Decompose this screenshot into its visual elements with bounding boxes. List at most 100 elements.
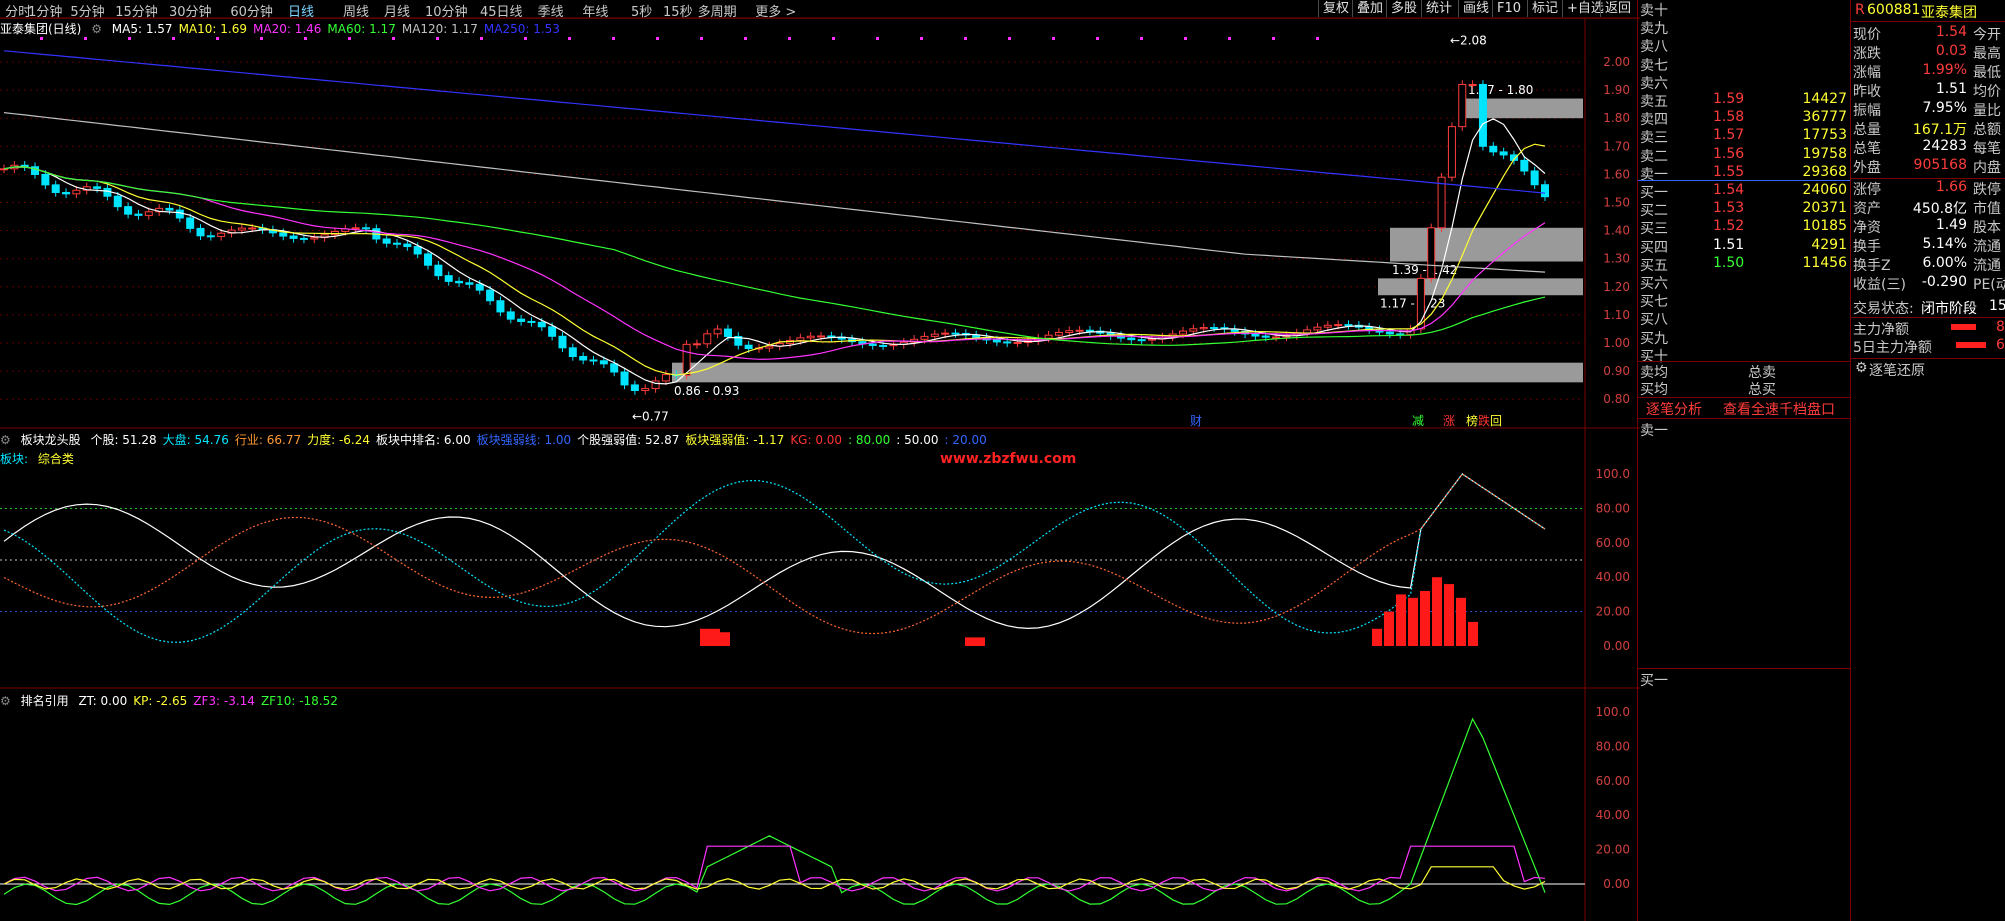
signal-dot bbox=[392, 37, 395, 40]
signal-dot bbox=[304, 37, 307, 40]
sell-price[interactable]: 1.57 bbox=[1713, 127, 1744, 143]
sell-price[interactable]: 1.59 bbox=[1713, 91, 1744, 107]
quote-right-label: 股本 bbox=[1973, 220, 2001, 236]
main-flow-value: 8 bbox=[1996, 319, 2005, 335]
sector-label: 板块: bbox=[0, 452, 29, 466]
gear-icon[interactable]: ⚙ bbox=[1855, 360, 1868, 376]
support-zone bbox=[1378, 278, 1583, 296]
ma5-line bbox=[3, 118, 1546, 385]
candle-body bbox=[1075, 329, 1084, 332]
quote-value: 1.54 bbox=[1935, 24, 1967, 40]
stat-item: 板块强弱线: 1.00 bbox=[476, 433, 572, 447]
sell-price[interactable]: 1.58 bbox=[1713, 109, 1744, 125]
tab-full-depth[interactable]: 查看全速千档盘口 bbox=[1723, 399, 1835, 419]
gear-icon[interactable]: ⚙ bbox=[0, 433, 11, 447]
signal-dot bbox=[1096, 37, 1099, 40]
quote-label: 涨停 bbox=[1853, 182, 1881, 198]
candle-body bbox=[1468, 83, 1477, 86]
5day-flow-bar bbox=[1956, 342, 1986, 348]
candle-body bbox=[527, 320, 536, 323]
sell-price[interactable]: 1.56 bbox=[1713, 146, 1744, 162]
stock-strength-line bbox=[3, 473, 1546, 630]
y-tick-label: 40.00 bbox=[1596, 808, 1630, 822]
candle-body bbox=[992, 339, 1001, 343]
5day-flow-value: 6 bbox=[1996, 337, 2005, 353]
candle-body bbox=[620, 371, 629, 386]
stat-item: 个股强弱值: 52.87 bbox=[577, 433, 680, 447]
buy-volume: 20371 bbox=[1802, 200, 1847, 217]
buy-price[interactable]: 1.51 bbox=[1713, 237, 1744, 253]
buy-volume: 4291 bbox=[1811, 236, 1847, 253]
buy-level-label: 买五 bbox=[1640, 257, 1668, 274]
quote-divider bbox=[1851, 358, 2005, 359]
candle-body bbox=[165, 207, 174, 211]
candle-body bbox=[393, 242, 402, 245]
quote-panel: R 600881 亚泰集团 现价 1.54 今开 涨跌 0.03 最高 涨幅 1.99% 最低 昨收 1.… bbox=[1850, 0, 2005, 921]
candle-body bbox=[289, 235, 298, 239]
y-tick-label: 1.20 bbox=[1603, 280, 1630, 294]
strength-bar bbox=[700, 628, 710, 646]
quote-badge: R bbox=[1855, 2, 1865, 18]
avg-buy-label: 买均 bbox=[1640, 382, 1668, 398]
strength-bar bbox=[1396, 594, 1406, 646]
y-tick-label: 20.00 bbox=[1596, 843, 1630, 857]
event-marker: 回 bbox=[1490, 414, 1502, 428]
quote-label: 昨收 bbox=[1853, 84, 1881, 100]
zf10-line bbox=[3, 717, 1546, 906]
tick-restore-label[interactable]: 逐笔还原 bbox=[1869, 360, 1925, 380]
ma120-line bbox=[3, 112, 1546, 273]
stat-item: 行业: 66.77 bbox=[234, 433, 302, 447]
quote-label: 外盘 bbox=[1853, 160, 1881, 176]
quote-right-label: 均价 bbox=[1973, 84, 2001, 100]
y-tick-label: 0.90 bbox=[1603, 364, 1630, 378]
strength-bar bbox=[1372, 628, 1382, 646]
signal-dot bbox=[348, 37, 351, 40]
tab-tick-analysis[interactable]: 逐笔分析 bbox=[1646, 399, 1702, 419]
candle-body bbox=[1251, 333, 1260, 337]
candle-body bbox=[196, 227, 205, 237]
signal-dot bbox=[1272, 37, 1275, 40]
strength-bar bbox=[720, 632, 730, 646]
buy-price[interactable]: 1.53 bbox=[1713, 200, 1744, 216]
main-chart-title: 亚泰集团(日线) bbox=[0, 22, 82, 36]
candle-body bbox=[1447, 126, 1456, 178]
signal-dot bbox=[216, 37, 219, 40]
gear-icon[interactable]: ⚙ bbox=[91, 22, 102, 36]
depth-buy-one: 买一 bbox=[1640, 673, 1668, 689]
candle-body bbox=[1323, 324, 1332, 328]
signal-dot bbox=[260, 37, 263, 40]
y-tick-label: 100.0 bbox=[1596, 467, 1630, 481]
quote-label: 净资 bbox=[1853, 220, 1881, 236]
buy-price[interactable]: 1.54 bbox=[1713, 182, 1744, 198]
buy-price[interactable]: 1.52 bbox=[1713, 218, 1744, 234]
strength-bar bbox=[1468, 621, 1478, 646]
buy-level-label: 买一 bbox=[1640, 185, 1668, 201]
candle-body bbox=[506, 311, 515, 320]
buy-level-label: 买三 bbox=[1640, 221, 1668, 238]
y-tick-label: 0.80 bbox=[1603, 392, 1630, 406]
candle-body bbox=[1437, 176, 1446, 229]
sector-value[interactable]: 综合类 bbox=[38, 452, 74, 466]
candle-body bbox=[641, 388, 650, 391]
charts-canvas[interactable]: 2.00 1.90 1.80 1.70 1.60 1.50 1.40 1.30 1.20 1.10… bbox=[0, 0, 1640, 921]
candle-body bbox=[424, 253, 433, 266]
candle-body bbox=[1085, 329, 1094, 332]
sell-price[interactable]: 1.55 bbox=[1713, 164, 1744, 180]
stat-item: 个股: 51.28 bbox=[90, 433, 157, 447]
quote-value: 7.95% bbox=[1922, 100, 1967, 116]
y-tick-label: 100.0 bbox=[1596, 705, 1630, 719]
stat-item: : 50.00 bbox=[896, 433, 939, 447]
signal-dot bbox=[964, 37, 967, 40]
gear-icon[interactable]: ⚙ bbox=[0, 694, 11, 708]
buy-price[interactable]: 1.50 bbox=[1713, 255, 1744, 271]
y-tick-label: 20.00 bbox=[1596, 605, 1630, 619]
quote-value: 905168 bbox=[1913, 157, 1967, 173]
y-tick-label: 1.50 bbox=[1603, 196, 1630, 210]
signal-dot bbox=[128, 37, 131, 40]
stat-item: 力度: -6.24 bbox=[307, 433, 371, 447]
event-marker: 跌 bbox=[1478, 413, 1490, 428]
ma60-line bbox=[3, 166, 1546, 346]
candle-body bbox=[1344, 324, 1353, 327]
low-label: ←0.77 bbox=[632, 410, 669, 424]
candle-body bbox=[1065, 330, 1074, 333]
